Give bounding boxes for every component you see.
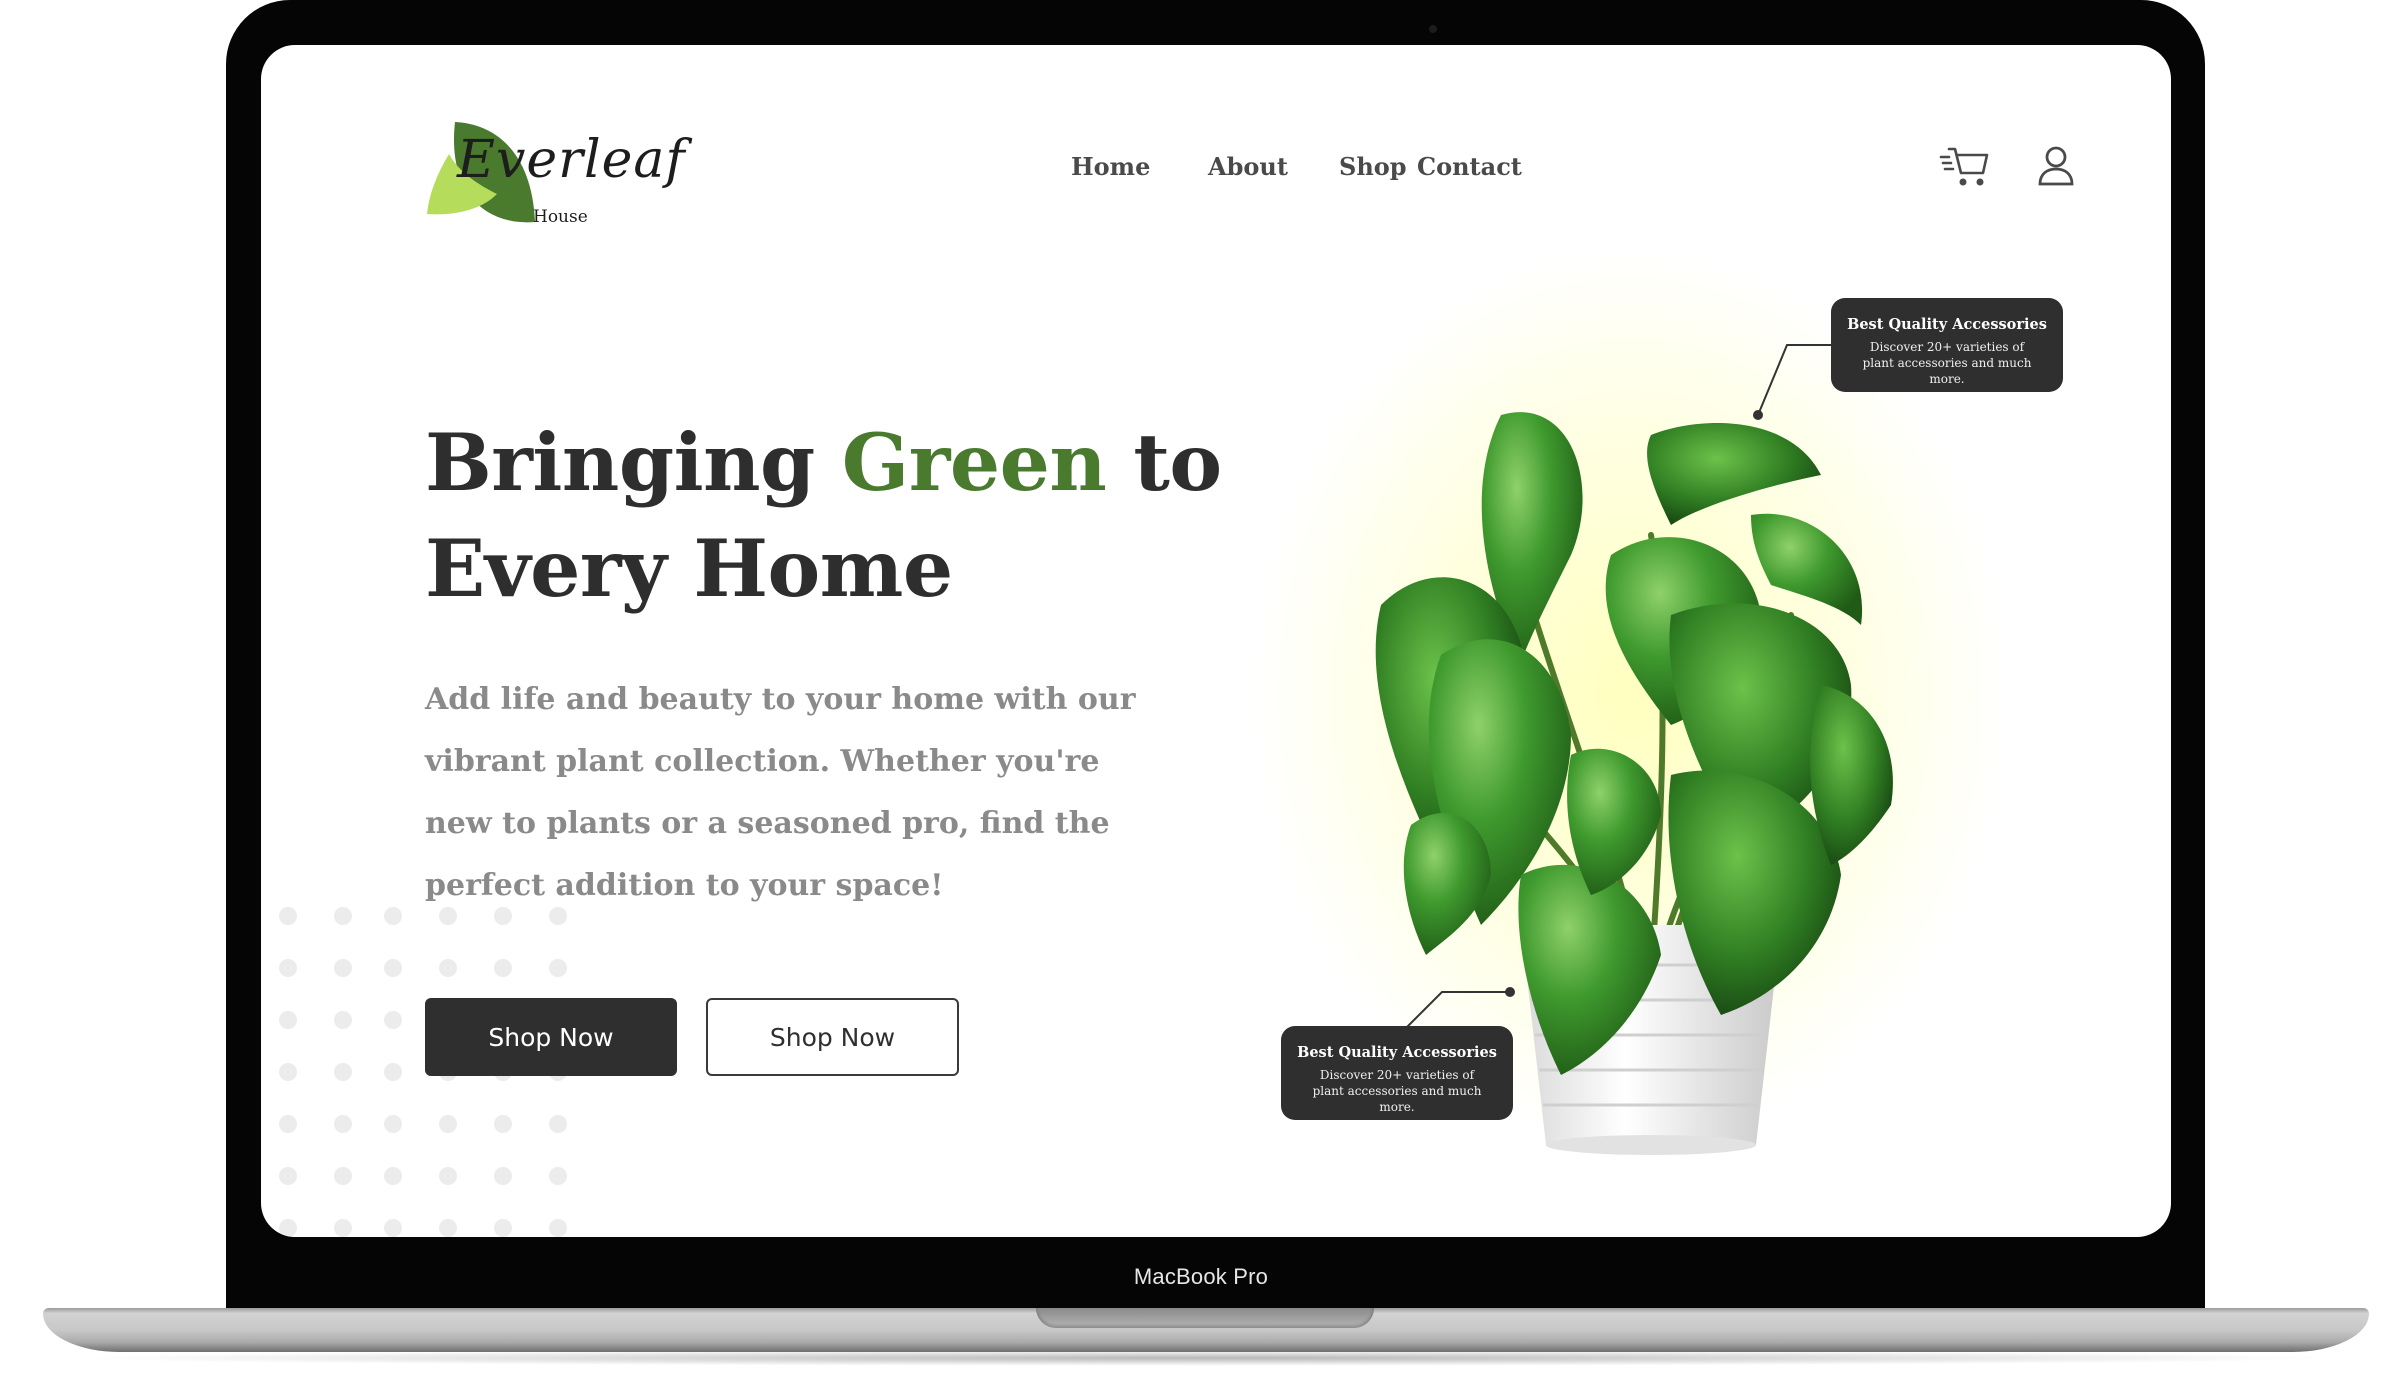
laptop-lid-notch xyxy=(1036,1308,1374,1328)
hero-title: Bringing Green to Every Home xyxy=(425,410,1222,622)
device-model-label: MacBook Pro xyxy=(1133,1264,1269,1289)
brand-script-name: Everleaf xyxy=(457,130,686,190)
pattern-dot xyxy=(384,1115,402,1133)
pattern-dot xyxy=(279,1115,297,1133)
cart-icon[interactable] xyxy=(1939,145,1989,189)
pattern-dot xyxy=(549,1219,567,1237)
pattern-dot xyxy=(279,1011,297,1029)
pattern-dot xyxy=(334,1219,352,1237)
shop-now-secondary-button[interactable]: Shop Now xyxy=(706,998,959,1076)
nav-about[interactable]: About xyxy=(1208,152,1288,181)
pattern-dot xyxy=(384,1167,402,1185)
pattern-dot xyxy=(279,1063,297,1081)
pattern-dot xyxy=(439,1115,457,1133)
pattern-dot xyxy=(494,1115,512,1133)
hero-title-line2: Every Home xyxy=(425,522,953,615)
nav-shop[interactable]: Shop xyxy=(1339,152,1407,181)
pattern-dot xyxy=(549,1167,567,1185)
pattern-dot xyxy=(279,907,297,925)
hero-title-accent: Green xyxy=(841,416,1107,509)
pattern-dot xyxy=(384,907,402,925)
pattern-dot xyxy=(439,1219,457,1237)
brand-sub-name: House xyxy=(533,207,588,227)
callout-title: Best Quality Accessories xyxy=(1847,316,2047,333)
callout-title: Best Quality Accessories xyxy=(1297,1044,1497,1061)
shop-now-primary-button[interactable]: Shop Now xyxy=(425,998,677,1076)
pattern-dot xyxy=(549,959,567,977)
pattern-dot xyxy=(279,1219,297,1237)
pattern-dot xyxy=(384,1063,402,1081)
brand-logo[interactable]: Everleaf House xyxy=(427,114,687,234)
pattern-dot xyxy=(494,959,512,977)
callout-body: Discover 20+ varieties of plant accessor… xyxy=(1862,340,2032,386)
pattern-dot xyxy=(334,907,352,925)
user-icon[interactable] xyxy=(2037,146,2075,186)
pattern-dot xyxy=(384,1219,402,1237)
callout-body: Discover 20+ varieties of plant accessor… xyxy=(1312,1068,1482,1114)
pattern-dot xyxy=(384,959,402,977)
feature-callout-top: Best Quality Accessories Discover 20+ va… xyxy=(1831,298,2063,392)
nav-home[interactable]: Home xyxy=(1071,152,1150,181)
laptop-shadow xyxy=(60,1350,2350,1366)
pattern-dot xyxy=(334,1115,352,1133)
pattern-dot xyxy=(334,1063,352,1081)
website-screen: Everleaf House Home About Shop Contact B… xyxy=(261,45,2171,1237)
pattern-dot xyxy=(279,959,297,977)
hero-description: Add life and beauty to your home with ou… xyxy=(425,682,1136,903)
hero-title-part1: Bringing xyxy=(425,416,842,509)
pattern-dot xyxy=(494,1167,512,1185)
pattern-dot xyxy=(439,959,457,977)
pattern-dot xyxy=(549,1115,567,1133)
pattern-dot xyxy=(494,1219,512,1237)
pattern-dot xyxy=(439,1167,457,1185)
hero-title-part2: to xyxy=(1106,416,1222,509)
feature-callout-bottom: Best Quality Accessories Discover 20+ va… xyxy=(1281,1026,1513,1120)
pattern-dot xyxy=(334,959,352,977)
pattern-dot xyxy=(384,1011,402,1029)
pattern-dot xyxy=(334,1011,352,1029)
nav-contact[interactable]: Contact xyxy=(1417,152,1522,181)
pattern-dot xyxy=(279,1167,297,1185)
camera-dot xyxy=(1429,25,1437,33)
pattern-dot xyxy=(334,1167,352,1185)
